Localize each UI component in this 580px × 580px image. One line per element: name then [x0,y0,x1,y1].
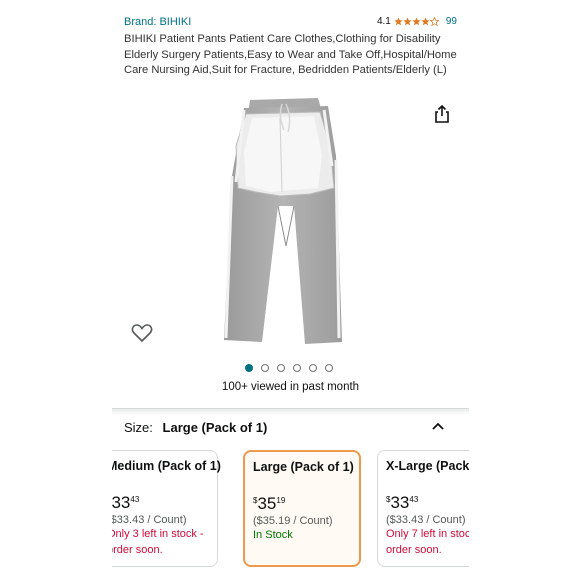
brand-row: Brand: BIHIKI 4.1 99 [124,16,457,32]
size-option-large[interactable]: Large (Pack of 1) $3519 ($35.19 / Count)… [243,450,361,567]
stock-line: Only 7 left in stock - [386,528,469,540]
price-currency: $ [386,495,391,504]
pagination-dot[interactable] [277,364,285,372]
option-stock: Only 7 left in stock - order soon. [386,527,469,558]
price-fraction: 43 [130,495,140,504]
price-fraction: 19 [276,496,286,505]
pagination-dot-active[interactable] [245,364,253,372]
size-selector-header[interactable]: Size: Large (Pack of 1) [124,420,457,438]
star-icon [421,17,430,26]
price-whole: 33 [390,493,410,512]
star-icon [403,17,412,26]
size-value: Large (Pack of 1) [162,420,268,435]
option-stock: Only 3 left in stock - order soon. [112,527,209,558]
pagination-dot[interactable] [309,364,317,372]
option-price: $3343 [386,493,469,513]
pagination-dot[interactable] [261,364,269,372]
product-image-pants[interactable] [210,96,360,344]
stock-line: Only 3 left in stock - [112,528,204,540]
rating-count[interactable]: 99 [446,16,457,27]
section-shadow [112,409,469,415]
option-price: $3343 [112,493,209,513]
option-price: $3519 [253,494,351,514]
image-pagination [245,364,333,372]
share-icon[interactable] [432,104,452,124]
price-currency: $ [253,496,258,505]
pagination-dot[interactable] [325,364,333,372]
option-unit-price: ($35.19 / Count) [253,515,333,527]
option-name: Large (Pack of 1) [253,460,354,474]
stock-line: In Stock [253,529,293,541]
option-name: Medium (Pack of 1) [112,459,221,473]
price-fraction: 43 [409,495,419,504]
rating-value: 4.1 [376,16,391,27]
viewed-count: 100+ viewed in past month [221,381,360,393]
price-whole: 35 [257,494,277,513]
option-unit-price: ($33.43 / Count) [112,514,187,526]
price-whole: 33 [112,493,131,512]
chevron-up-icon[interactable] [431,420,445,432]
star-outline-icon [429,17,439,26]
star-rating [394,17,439,26]
stock-line: order soon. [386,543,442,556]
option-unit-price: ($33.43 / Count) [386,514,466,526]
star-icon [412,17,421,26]
size-option-x-large[interactable]: X-Large (Pack of 1) $3343 ($33.43 / Coun… [377,450,469,567]
rating-summary[interactable]: 4.1 99 [377,16,457,27]
size-options: Medium (Pack of 1) $3343 ($33.43 / Count… [112,450,469,570]
star-icon [394,17,403,26]
product-title: BIHIKI Patient Pants Patient Care Clothe… [124,33,457,76]
heart-icon[interactable] [131,323,153,343]
option-name: X-Large (Pack of 1) [386,459,469,473]
stock-line: order soon. [112,543,163,556]
pagination-dot[interactable] [293,364,301,372]
size-label: Size: [124,420,153,435]
product-panel: Brand: BIHIKI 4.1 99 BIHIKI Patient Pant… [112,0,469,580]
brand-link[interactable]: Brand: BIHIKI [124,16,191,28]
option-stock: In Stock [253,528,351,544]
size-option-medium[interactable]: Medium (Pack of 1) $3343 ($33.43 / Count… [112,450,221,567]
